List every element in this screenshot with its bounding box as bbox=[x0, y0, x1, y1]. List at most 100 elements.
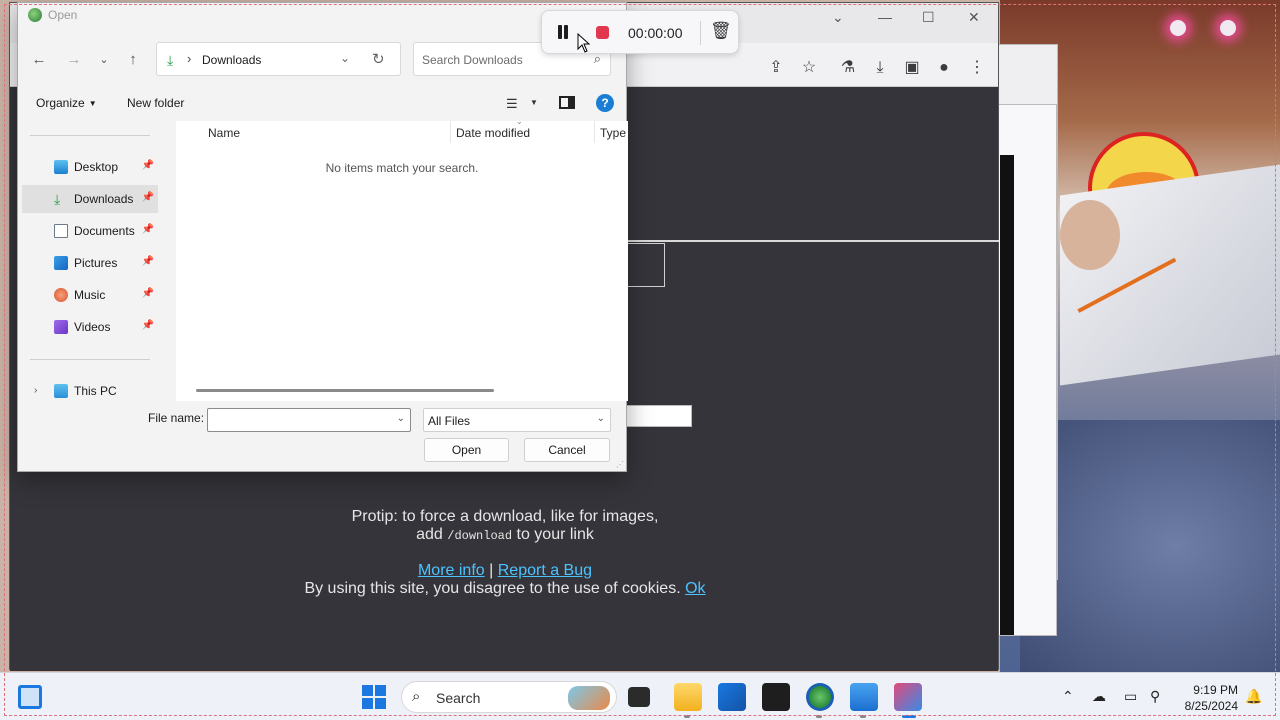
cloud-offline-icon[interactable]: ☁ bbox=[1092, 688, 1106, 705]
tab-list-icon[interactable]: ⌄ bbox=[832, 9, 844, 26]
menu-icon[interactable]: ⋮ bbox=[965, 56, 989, 80]
cookie-text: By using this site, you disagree to the … bbox=[304, 580, 681, 597]
trash-icon[interactable]: 🗑 bbox=[710, 21, 732, 43]
maximize-icon[interactable]: ☐ bbox=[922, 9, 935, 26]
music-icon bbox=[54, 288, 68, 302]
new-folder-button[interactable]: New folder bbox=[127, 96, 184, 110]
organize-button[interactable]: Organize ▼ bbox=[36, 96, 97, 110]
file-explorer-icon[interactable] bbox=[674, 683, 702, 711]
forward-arrow-icon[interactable]: → bbox=[62, 48, 86, 72]
snipping-tool-icon[interactable] bbox=[894, 683, 922, 711]
active-indicator bbox=[902, 715, 916, 718]
pin-icon: 📌 bbox=[141, 320, 154, 331]
desktop-icon bbox=[54, 160, 68, 174]
nav-item-downloads[interactable]: ⤓ Downloads 📌 bbox=[22, 185, 158, 213]
nav-item-pictures[interactable]: Pictures 📌 bbox=[22, 249, 158, 277]
mouse-cursor-icon bbox=[577, 33, 591, 53]
dialog-title-text: Open bbox=[48, 8, 78, 22]
file-name-field[interactable]: ⌄ bbox=[207, 408, 411, 432]
chevron-up-icon[interactable]: ⌃ bbox=[1062, 688, 1074, 705]
column-header-date-modified[interactable]: Date modified bbox=[456, 126, 530, 140]
column-header-name[interactable]: Name bbox=[208, 126, 240, 140]
pause-icon[interactable] bbox=[556, 25, 570, 39]
browser-icon[interactable] bbox=[806, 683, 834, 711]
empty-message: No items match your search. bbox=[325, 161, 479, 175]
nav-item-videos[interactable]: Videos 📌 bbox=[22, 313, 158, 341]
store-icon[interactable] bbox=[718, 683, 746, 711]
sort-chevron-icon: ⌄ bbox=[516, 117, 523, 126]
taskbar: ⌕ Search ⌃ ☁ ▭ ⚲ 9:19 PM 8/25/2024 🔔 bbox=[0, 672, 1280, 720]
notification-icon[interactable]: 🔔 bbox=[1245, 688, 1262, 705]
view-dropdown-icon[interactable]: ▼ bbox=[530, 98, 538, 107]
up-arrow-icon[interactable]: ↑ bbox=[121, 48, 145, 72]
pin-icon: 📌 bbox=[141, 288, 154, 299]
file-name-input[interactable] bbox=[212, 412, 388, 428]
recording-toolbar: 00:00:00 🗑 bbox=[541, 10, 739, 54]
side-panel-icon[interactable]: ▣ bbox=[900, 56, 924, 80]
app-icon bbox=[28, 8, 42, 22]
widgets-icon[interactable] bbox=[18, 685, 42, 709]
recording-timer: 00:00:00 bbox=[628, 25, 683, 41]
chevron-down-icon[interactable]: ⌄ bbox=[397, 413, 405, 424]
nav-item-this-pc[interactable]: This PC bbox=[22, 377, 158, 405]
address-location: Downloads bbox=[202, 53, 262, 67]
recent-locations-icon[interactable]: ⌄ bbox=[92, 48, 116, 72]
cookie-notice: By using this site, you disagree to the … bbox=[250, 580, 760, 598]
taskbar-search-label: Search bbox=[436, 690, 481, 706]
display-icon[interactable]: ▭ bbox=[1124, 688, 1137, 705]
cookie-ok-link[interactable]: Ok bbox=[685, 580, 705, 597]
address-bar[interactable]: ⤓ › Downloads ⌄ ↻ bbox=[156, 42, 401, 76]
this-pc-icon bbox=[54, 384, 68, 398]
stop-record-icon[interactable] bbox=[596, 26, 609, 39]
search-highlight-image bbox=[568, 686, 610, 710]
system-clock[interactable]: 9:19 PM 8/25/2024 bbox=[1178, 682, 1238, 714]
file-name-label: File name: bbox=[148, 411, 205, 425]
help-icon[interactable]: ? bbox=[596, 94, 614, 112]
cancel-button[interactable]: Cancel bbox=[524, 438, 610, 462]
start-button[interactable] bbox=[362, 685, 386, 709]
navigation-pane: Desktop 📌 ⤓ Downloads 📌 Documents 📌 Pict… bbox=[20, 121, 177, 401]
running-indicator bbox=[684, 715, 690, 718]
minimize-icon[interactable]: — bbox=[878, 9, 892, 25]
task-view-icon[interactable] bbox=[628, 687, 650, 707]
chevron-down-icon[interactable]: ⌄ bbox=[340, 51, 350, 65]
taskbar-search[interactable]: ⌕ Search bbox=[401, 681, 617, 713]
network-icon[interactable]: ⚲ bbox=[1150, 688, 1160, 705]
download-icon[interactable]: ⤓ bbox=[868, 56, 892, 80]
more-info-link[interactable]: More info bbox=[418, 562, 485, 579]
link-separator: | bbox=[489, 562, 494, 579]
glowing-eyes-graphic bbox=[1170, 20, 1250, 36]
downloads-icon: ⤓ bbox=[167, 52, 174, 68]
documents-icon bbox=[54, 224, 68, 238]
back-arrow-icon[interactable]: ← bbox=[27, 48, 51, 72]
refresh-icon[interactable]: ↻ bbox=[372, 50, 385, 68]
protip-text: Protip: to force a download, like for im… bbox=[351, 508, 659, 543]
notepad-icon[interactable] bbox=[850, 683, 878, 711]
report-bug-link[interactable]: Report a Bug bbox=[498, 562, 592, 579]
nav-item-documents[interactable]: Documents 📌 bbox=[22, 217, 158, 245]
column-header-type[interactable]: Type bbox=[600, 126, 626, 140]
protip-code: /download bbox=[447, 529, 513, 543]
pin-icon: 📌 bbox=[141, 160, 154, 171]
extension-icon[interactable]: ⚗ bbox=[836, 56, 860, 80]
file-list: Name ⌄ Date modified Type No items match… bbox=[176, 117, 628, 401]
resize-grip-icon[interactable]: ⋰ bbox=[616, 460, 624, 469]
nav-divider bbox=[30, 135, 150, 136]
profile-icon[interactable]: ● bbox=[932, 56, 956, 80]
view-list-icon[interactable]: ☰ bbox=[506, 96, 518, 112]
share-icon[interactable]: ⇪ bbox=[764, 56, 788, 80]
open-button[interactable]: Open bbox=[424, 438, 509, 462]
horizontal-scrollbar[interactable] bbox=[196, 389, 494, 392]
close-icon[interactable]: ✕ bbox=[968, 9, 980, 26]
clock-date: 8/25/2024 bbox=[1184, 699, 1238, 713]
nav-item-music[interactable]: Music 📌 bbox=[22, 281, 158, 309]
downloads-icon: ⤓ bbox=[54, 191, 61, 207]
file-type-select[interactable]: All Files ⌄ bbox=[423, 408, 611, 432]
nav-item-desktop[interactable]: Desktop 📌 bbox=[22, 153, 158, 181]
preview-pane-icon[interactable] bbox=[559, 96, 575, 109]
column-divider bbox=[594, 121, 595, 143]
page-input[interactable] bbox=[622, 405, 692, 427]
star-icon[interactable]: ☆ bbox=[797, 56, 821, 80]
terminal-icon[interactable] bbox=[762, 683, 790, 711]
jeans-graphic bbox=[1020, 420, 1280, 672]
